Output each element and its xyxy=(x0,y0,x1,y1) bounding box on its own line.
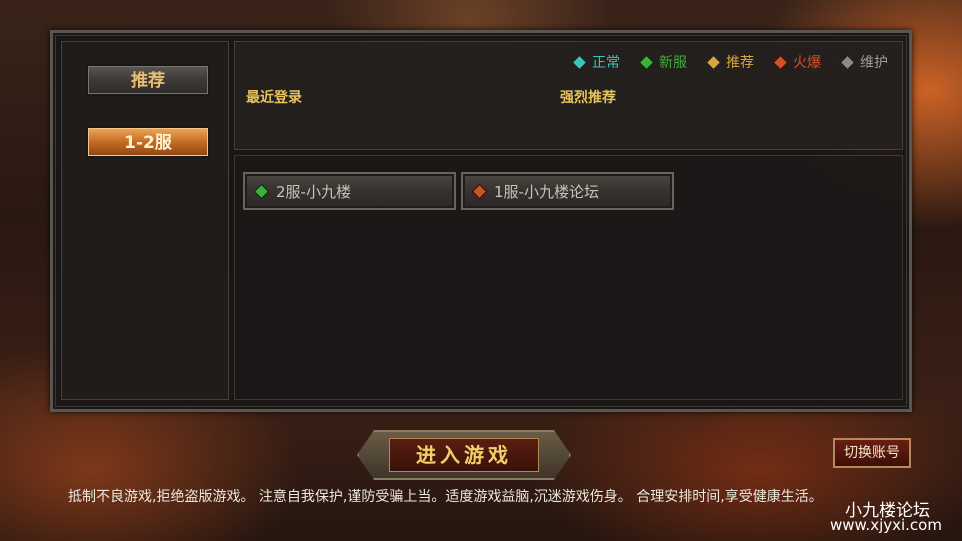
server-group-sidebar: 推荐 1-2服 xyxy=(61,41,229,400)
legend-maintenance: 维护 xyxy=(839,52,888,72)
gem-gold-icon xyxy=(705,54,722,70)
legend-normal-label: 正常 xyxy=(592,55,620,71)
legend-normal: 正常 xyxy=(571,52,620,72)
recent-login-label: 最近登录 xyxy=(246,90,302,106)
gem-red-icon xyxy=(471,183,488,199)
server-item-1[interactable]: 1服-小九楼论坛 xyxy=(461,172,674,210)
server-name: 1服-小九楼论坛 xyxy=(494,182,599,201)
enter-game-label: 进入游戏 xyxy=(389,438,539,472)
legend-hot: 火爆 xyxy=(772,52,821,72)
server-item-2[interactable]: 2服-小九楼 xyxy=(243,172,456,210)
server-select-panel: 推荐 1-2服 正常 新服 推荐 火爆 维护 最近登录 强烈推荐 2服-小九楼 … xyxy=(50,30,912,412)
health-notice: 抵制不良游戏,拒绝盗版游戏。 注意自我保护,谨防受骗上当。适度游戏益脑,沉迷游戏… xyxy=(68,489,823,505)
gem-cyan-icon xyxy=(571,54,588,70)
legend-new: 新服 xyxy=(638,52,687,72)
category-servers-1-2-button[interactable]: 1-2服 xyxy=(86,126,210,158)
gem-red-icon xyxy=(772,54,789,70)
recent-and-recommend-area: 正常 新服 推荐 火爆 维护 最近登录 强烈推荐 xyxy=(234,41,903,150)
gem-green-icon xyxy=(253,183,270,199)
gem-green-icon xyxy=(638,54,655,70)
strong-recommend-label: 强烈推荐 xyxy=(560,90,616,106)
legend-hot-label: 火爆 xyxy=(793,55,821,71)
watermark-url: www.xjyxi.com xyxy=(830,516,942,534)
category-recommend-button[interactable]: 推荐 xyxy=(86,64,210,96)
server-name: 2服-小九楼 xyxy=(276,182,351,201)
legend-recommend-label: 推荐 xyxy=(726,55,754,71)
status-legend: 正常 新服 推荐 火爆 维护 xyxy=(571,52,888,72)
server-list-area: 2服-小九楼 1服-小九楼论坛 xyxy=(234,155,903,400)
gem-gray-icon xyxy=(839,54,856,70)
legend-new-label: 新服 xyxy=(659,55,687,71)
switch-account-button[interactable]: 切换账号 xyxy=(833,438,911,468)
legend-recommend: 推荐 xyxy=(705,52,754,72)
enter-game-button[interactable]: 进入游戏 xyxy=(357,430,571,480)
legend-maintenance-label: 维护 xyxy=(860,55,888,71)
